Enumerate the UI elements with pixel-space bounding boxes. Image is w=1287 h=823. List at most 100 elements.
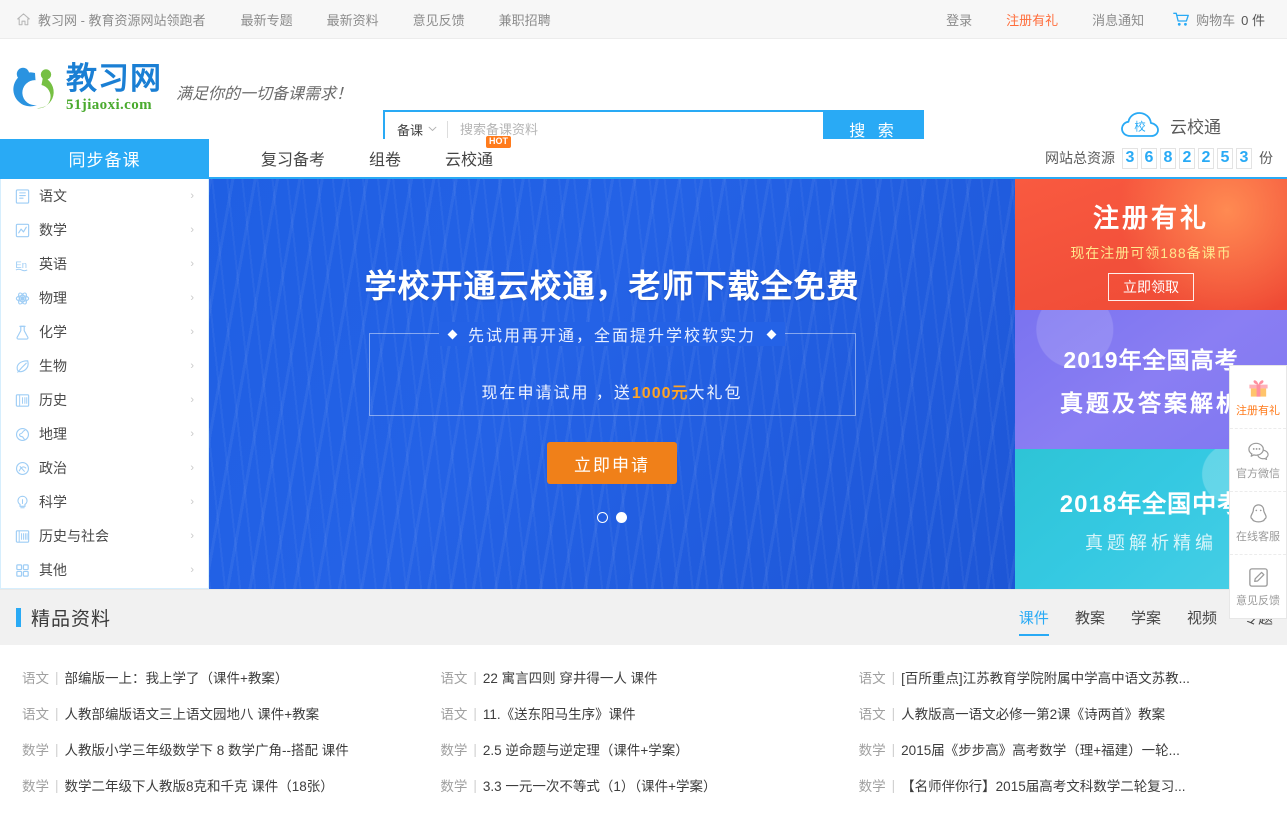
carousel-dot-1[interactable] xyxy=(616,512,627,523)
home-link[interactable]: 教习网 - 教育资源网站领跑者 xyxy=(12,10,224,29)
list-item[interactable]: 数学 | 【名师伴你行】2015届高考文科数学二轮复习... xyxy=(859,767,1277,803)
sidebar-item-kexue[interactable]: 科学 › xyxy=(1,485,208,519)
topbar-link-0[interactable]: 最新专题 xyxy=(224,10,310,29)
cart-label: 购物车 xyxy=(1196,12,1236,28)
promo-card-register[interactable]: 注册有礼 现在注册可领188备课币 立即领取 xyxy=(1015,179,1287,310)
nav-item-0[interactable]: 复习备考 xyxy=(239,146,347,170)
banner-cta-button[interactable]: 立即申请 xyxy=(547,442,677,484)
register-link[interactable]: 注册有礼 xyxy=(989,10,1075,29)
rail-item-feedback[interactable]: 意见反馈 xyxy=(1230,555,1286,618)
site-header: 教习网 51jiaoxi.com 满足你的一切备课需求！ 备课 搜 索 校 云校… xyxy=(0,39,1287,148)
list-item[interactable]: 数学 | 数学二年级下人教版8克和千克 课件（18张） xyxy=(22,767,440,803)
cloud-icon: 校 xyxy=(1121,112,1159,137)
nav-item-1[interactable]: 组卷 xyxy=(347,146,423,170)
counter-digit-3: 2 xyxy=(1179,147,1195,169)
chevron-right-icon: › xyxy=(190,496,194,508)
cart-count: 0 件 xyxy=(1241,12,1265,28)
search-category-dropdown[interactable]: 备课 xyxy=(385,120,447,139)
list-item[interactable]: 语文 | 人教版高一语文必修一第2课《诗两首》教案 xyxy=(859,695,1277,731)
messages-link[interactable]: 消息通知 xyxy=(1075,10,1161,29)
sidebar-item-huaxue[interactable]: 化学 › xyxy=(1,315,208,349)
sidebar-item-yingyu[interactable]: En 英语 › xyxy=(1,247,208,281)
tab-xuean[interactable]: 学案 xyxy=(1131,590,1161,645)
chart-icon xyxy=(15,223,30,237)
list-item[interactable]: 语文 | 人教部编版语文三上语文园地八 课件+教案 xyxy=(22,695,440,731)
nav-item-2[interactable]: 云校通 HOT xyxy=(423,136,515,170)
cart-link[interactable]: 购物车 0 件 xyxy=(1161,10,1273,29)
atom-icon xyxy=(15,291,30,305)
sidebar-item-shuxue[interactable]: 数学 › xyxy=(1,213,208,247)
cart-icon xyxy=(1173,12,1190,26)
sidebar-item-yuwen[interactable]: 语文 › xyxy=(1,179,208,213)
globe-icon xyxy=(15,427,30,441)
topbar-left-links: 教习网 - 教育资源网站领跑者 最新专题 最新资料 意见反馈 兼职招聘 xyxy=(0,10,568,29)
nav-item-1-label: 组卷 xyxy=(369,152,402,169)
rail-item-feedback-label: 意见反馈 xyxy=(1236,594,1280,607)
topbar-link-1[interactable]: 最新资料 xyxy=(310,10,396,29)
gift-icon xyxy=(1248,380,1268,397)
list-item[interactable]: 语文 | 22 寓言四则 穿井得一人 课件 xyxy=(440,659,858,695)
sidebar-item-qita[interactable]: 其他 › xyxy=(1,553,208,587)
featured-resource-grid: 语文 | 部编版一上：我上学了（课件+教案） 语文 | 22 寓言四则 穿井得一… xyxy=(0,645,1287,803)
list-item[interactable]: 数学 | 2.5 逆命题与逆定理（课件+学案） xyxy=(440,731,858,767)
promo-zhongkao-line1: 2018年全国中考 xyxy=(1059,490,1243,518)
rail-item-wechat[interactable]: 官方微信 xyxy=(1230,429,1286,492)
yunxiaotong-entry[interactable]: 校 云校通 xyxy=(1120,109,1221,141)
sidebar-item-shengwu[interactable]: 生物 › xyxy=(1,349,208,383)
chevron-right-icon: › xyxy=(190,360,194,372)
login-link[interactable]: 登录 xyxy=(929,10,989,29)
chevron-right-icon: › xyxy=(190,462,194,474)
nav-category-button[interactable]: 同步备课 xyxy=(0,139,209,177)
hot-badge: HOT xyxy=(486,136,512,148)
site-logo[interactable]: 教习网 51jiaoxi.com 满足你的一切备课需求！ xyxy=(0,64,352,114)
logo-mark-icon xyxy=(13,67,54,109)
rail-item-service[interactable]: 在线客服 xyxy=(1230,492,1286,555)
list-item[interactable]: 数学 | 人教版小学三年级数学下 8 数学广角--搭配 课件 xyxy=(22,731,440,767)
topbar-link-3[interactable]: 兼职招聘 xyxy=(482,10,568,29)
sidebar-item-lishiyushehui[interactable]: 历史与社会 › xyxy=(1,519,208,553)
banner-offer-suffix: 大礼包 xyxy=(688,385,743,402)
topbar-link-2[interactable]: 意见反馈 xyxy=(396,10,482,29)
list-item[interactable]: 数学 | 2015届《步步高》高考数学（理+福建）一轮... xyxy=(859,731,1277,767)
hero-banner[interactable]: 学校开通云校通，老师下载全免费 先试用再开通，全面提升学校软实力 现在申请试用 … xyxy=(209,179,1015,589)
resource-subject: 语文 xyxy=(22,707,49,722)
tab-shipin[interactable]: 视频 xyxy=(1187,590,1217,645)
sidebar-item-huaxue-label: 化学 xyxy=(39,324,67,340)
resource-counter: 网站总资源 3 6 8 2 2 5 3 份 xyxy=(1045,139,1287,177)
chevron-right-icon: › xyxy=(190,190,194,202)
resource-title: 2.5 逆命题与逆定理（课件+学案） xyxy=(482,743,689,758)
diamond-right-icon xyxy=(766,329,777,339)
counter-digit-4: 2 xyxy=(1198,147,1214,169)
list-item[interactable]: 数学 | 3.3 一元一次不等式（1）（课件+学案） xyxy=(440,767,858,803)
list-item[interactable]: 语文 | 11.《送东阳马生序》课件 xyxy=(440,695,858,731)
promo-gaokao-line2: 真题及答案解析 xyxy=(1060,390,1242,416)
sidebar-item-wuli[interactable]: 物理 › xyxy=(1,281,208,315)
sidebar-item-lishi[interactable]: 历史 › xyxy=(1,383,208,417)
top-utility-bar: 教习网 - 教育资源网站领跑者 最新专题 最新资料 意见反馈 兼职招聘 登录 注… xyxy=(0,0,1287,39)
resource-counter-label: 网站总资源 xyxy=(1045,150,1115,166)
main-navbar: 同步备课 复习备考 组卷 云校通 HOT 网站总资源 3 6 8 2 2 5 3… xyxy=(0,136,1287,179)
rail-item-wechat-label: 官方微信 xyxy=(1236,468,1280,480)
sidebar-item-dili-label: 地理 xyxy=(39,426,67,442)
resource-subject: 数学 xyxy=(440,743,468,758)
banner-offer-line: 现在申请试用 ，送1000元大礼包 xyxy=(481,379,742,403)
resource-subject: 数学 xyxy=(440,779,468,794)
logo-text: 教习网 51jiaoxi.com xyxy=(66,64,162,114)
bulb-icon xyxy=(17,495,28,508)
list-item[interactable]: 语文 | 部编版一上：我上学了（课件+教案） xyxy=(22,659,440,695)
sidebar-item-dili[interactable]: 地理 › xyxy=(1,417,208,451)
tab-jiaoan[interactable]: 教案 xyxy=(1075,590,1105,645)
carousel-dot-0[interactable] xyxy=(597,512,608,523)
resource-separator: | xyxy=(891,705,896,721)
featured-section-title: 精品资料 xyxy=(31,609,112,630)
sidebar-item-zhengzhi[interactable]: 政治 › xyxy=(1,451,208,485)
tab-kejian[interactable]: 课件 xyxy=(1018,590,1049,645)
nav-item-0-label: 复习备考 xyxy=(261,152,326,169)
rail-item-register[interactable]: 注册有礼 xyxy=(1230,366,1286,429)
featured-section-header: 精品资料 课件 教案 学案 视频 专题 xyxy=(0,589,1287,645)
promo-register-button[interactable]: 立即领取 xyxy=(1108,273,1194,301)
resource-counter-unit: 份 xyxy=(1259,150,1273,166)
list-item[interactable]: 语文 | [百所重点]江苏教育学院附属中学高中语文苏教... xyxy=(859,659,1277,695)
resource-separator: | xyxy=(473,741,477,757)
resource-subject: 数学 xyxy=(22,743,49,758)
